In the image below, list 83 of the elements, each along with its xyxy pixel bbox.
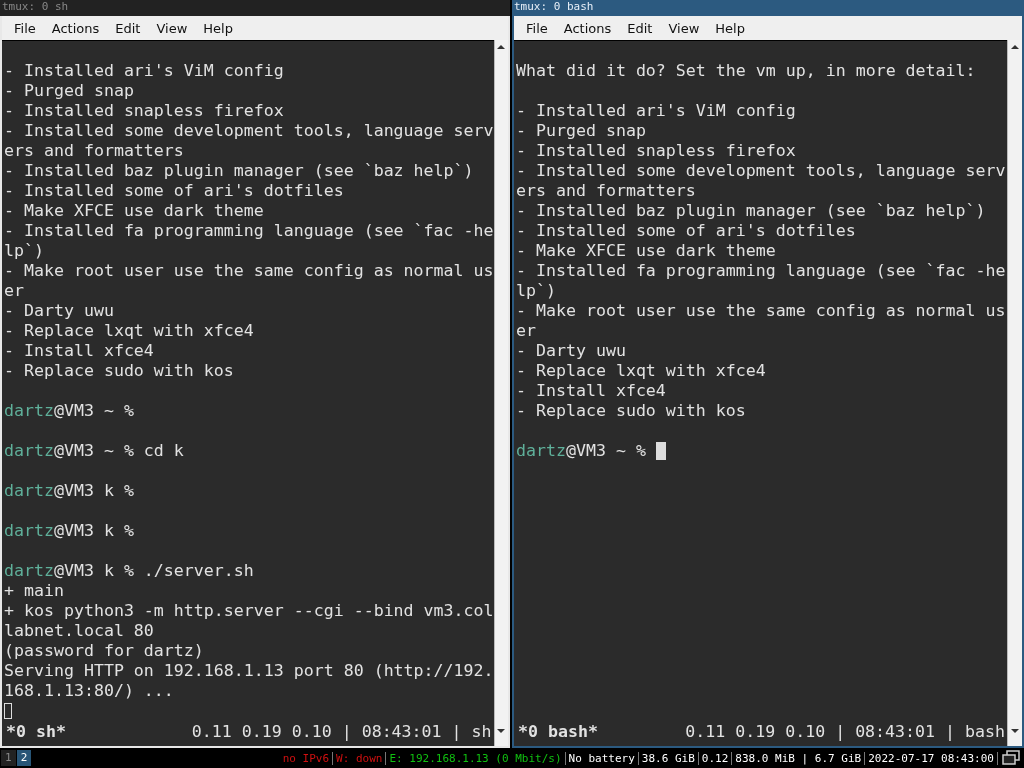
terminal-line: lp`) <box>516 281 556 301</box>
scroll-down-icon[interactable] <box>1010 726 1020 736</box>
prompt-user: dartz <box>4 561 54 581</box>
terminal-line: - Install xfce4 <box>516 381 666 401</box>
status-segment: No battery <box>565 751 639 765</box>
terminal-line: - Installed some development tools, language serv <box>516 161 1006 181</box>
status-segment: no IPv6 <box>279 751 334 765</box>
scroll-up-icon[interactable] <box>496 42 507 52</box>
status-info: 0.11 0.19 0.10 | 08:43:01 | sh <box>191 722 492 741</box>
window-title: tmux: 0 bash <box>512 0 1024 16</box>
terminal-line: - Installed ari's ViM config <box>4 61 284 81</box>
prompt-user: dartz <box>516 441 566 461</box>
terminal-line: - Installed baz plugin manager (see `baz help`) <box>516 201 986 221</box>
prompt-text: @VM3 k % <box>53 521 134 541</box>
scroll-down-icon[interactable] <box>496 726 507 736</box>
status-session: *0 sh* <box>5 722 66 741</box>
menu-item[interactable]: View <box>148 18 196 38</box>
menu-item[interactable]: Actions <box>555 18 620 38</box>
terminal-line: - Installed some development tools, language serv <box>4 121 494 141</box>
terminal-line: - Replace sudo with kos <box>4 361 234 381</box>
terminal-line: - Darty uwu <box>516 341 626 361</box>
terminal-line: - Make root user use the same config as normal us <box>4 261 494 281</box>
status-segment: 838.0 MiB | 6.7 GiB <box>732 751 866 765</box>
terminal-line: What did it do? Set the vm up, in more detail: <box>516 61 976 81</box>
menu-item[interactable]: Help <box>707 18 753 38</box>
status-segment: 2022-07-17 08:43:00 <box>865 751 998 765</box>
terminal-line: - Installed ari's ViM config <box>516 101 796 121</box>
terminal-line: - Purged snap <box>516 121 646 141</box>
menu-item[interactable]: View <box>660 18 708 38</box>
prompt-text: @VM3 ~ % cd k <box>53 441 184 461</box>
terminal-line: - Installed snapless firefox <box>516 141 796 161</box>
terminal-line: - Installed baz plugin manager (see `baz help`) <box>4 161 474 181</box>
terminal-line: - Installed some of ari's dotfiles <box>516 221 856 241</box>
status-segment: 0.12 <box>698 751 733 765</box>
scrollbar[interactable] <box>1007 40 1022 746</box>
prompt-text: @VM3 ~ % <box>53 401 134 421</box>
terminal-line: + kos python3 -m http.server --cgi --bind vm3.col <box>4 601 494 621</box>
terminal-line: - Replace lxqt with xfce4 <box>4 321 254 341</box>
menu-item[interactable]: Actions <box>43 18 108 38</box>
status-segment: E: 192.168.1.13 (0 Mbit/s) <box>386 751 566 765</box>
terminal-line: - Purged snap <box>4 81 134 101</box>
menu-item[interactable]: Help <box>195 18 241 38</box>
prompt-user: dartz <box>4 441 54 461</box>
terminal-line: - Install xfce4 <box>4 341 154 361</box>
terminal-line: ers and formatters <box>4 141 184 161</box>
terminal-line: - Replace sudo with kos <box>516 401 746 421</box>
menu-item[interactable]: Edit <box>107 18 149 38</box>
status-segment: 38.6 GiB <box>638 751 699 765</box>
terminal-line: labnet.local 80 <box>4 621 154 641</box>
terminal-line: + main <box>4 581 64 601</box>
terminal-line: lp`) <box>4 241 44 261</box>
terminal-line: (password for dartz) <box>4 641 204 661</box>
scroll-up-icon[interactable] <box>1010 42 1020 52</box>
terminal-line: - Make XFCE use dark theme <box>516 241 776 261</box>
menu-item[interactable]: Edit <box>619 18 661 38</box>
status-segment: W: down <box>333 751 387 765</box>
terminal-line: - Installed some of ari's dotfiles <box>4 181 344 201</box>
terminal-line: - Installed fa programming language (see `fac -he <box>4 221 494 241</box>
workspace-button[interactable]: 2 <box>16 750 32 766</box>
menu-item[interactable]: File <box>6 18 44 38</box>
terminal-line: - Make XFCE use dark theme <box>4 201 264 221</box>
windows-icon[interactable] <box>1002 750 1020 766</box>
terminal-line: - Replace lxqt with xfce4 <box>516 361 766 381</box>
status-info: 0.11 0.19 0.10 | 08:43:01 | bash <box>685 721 1005 741</box>
menu-item[interactable]: File <box>518 18 556 38</box>
prompt-text: @VM3 k % <box>53 481 134 501</box>
prompt-user: dartz <box>4 401 54 421</box>
status-session: *0 bash* <box>517 721 598 741</box>
terminal-line: - Darty uwu <box>4 301 114 321</box>
prompt-user: dartz <box>4 481 54 501</box>
terminal-line: er <box>516 321 536 341</box>
terminal-line: - Installed fa programming language (see `fac -he <box>516 261 1006 281</box>
terminal-line: ers and formatters <box>516 181 696 201</box>
terminal-line: 168.1.13:80/) ... <box>4 681 174 701</box>
terminal-line: - Make root user use the same config as normal us <box>516 301 1006 321</box>
prompt-text: @VM3 ~ % <box>565 441 646 461</box>
prompt-text: @VM3 k % ./server.sh <box>53 561 254 581</box>
prompt-user: dartz <box>4 521 54 541</box>
terminal-line: Serving HTTP on 192.168.1.13 port 80 (http://192. <box>4 661 494 681</box>
terminal-line: - Installed snapless firefox <box>4 101 284 121</box>
terminal-line: er <box>4 281 24 301</box>
window-title: tmux: 0 sh <box>0 0 510 16</box>
workspace-button[interactable]: 1 <box>1 750 16 766</box>
